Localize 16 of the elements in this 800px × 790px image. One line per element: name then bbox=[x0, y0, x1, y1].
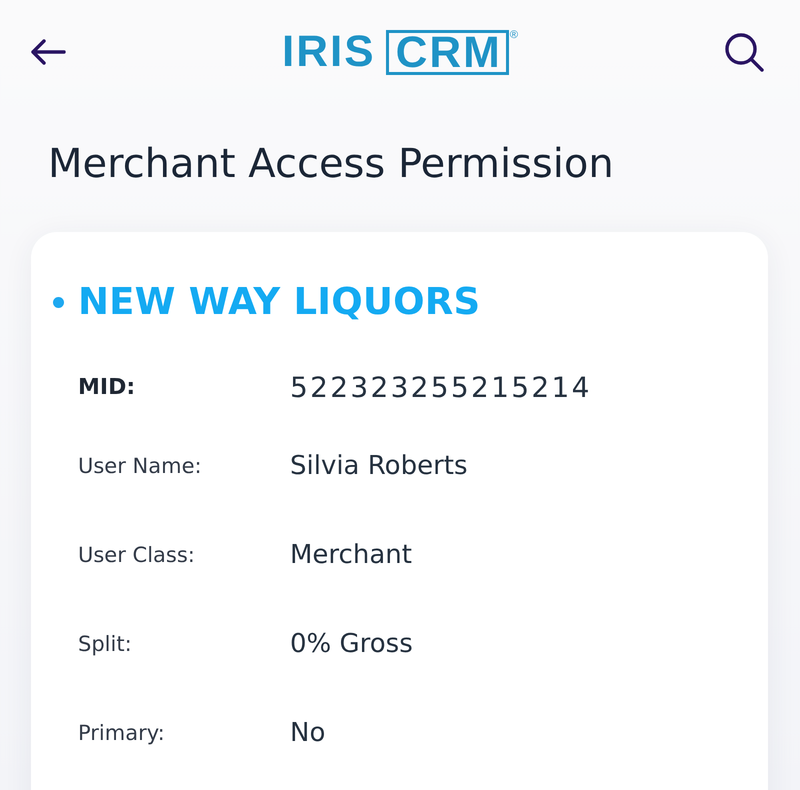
back-arrow-icon bbox=[30, 39, 66, 65]
page-title: Merchant Access Permission bbox=[48, 140, 614, 188]
field-value: No bbox=[290, 718, 326, 748]
field-value: 0% Gross bbox=[290, 629, 413, 660]
field-label: Primary: bbox=[78, 721, 166, 746]
field-label: Split: bbox=[78, 632, 133, 656]
logo: IRIS CRM ® bbox=[282, 30, 518, 74]
field-value: 522323255215214 bbox=[290, 370, 592, 404]
field-value: Silvia Roberts bbox=[290, 451, 468, 482]
field-value: Merchant bbox=[290, 540, 412, 570]
field-label: User Class: bbox=[78, 543, 196, 568]
merchant-name: NEW WAY LIQUORS bbox=[78, 280, 480, 324]
field-label: User Name: bbox=[78, 454, 203, 478]
bullet-icon bbox=[53, 296, 64, 308]
search-icon bbox=[724, 32, 764, 72]
field-label: MID: bbox=[78, 374, 136, 400]
